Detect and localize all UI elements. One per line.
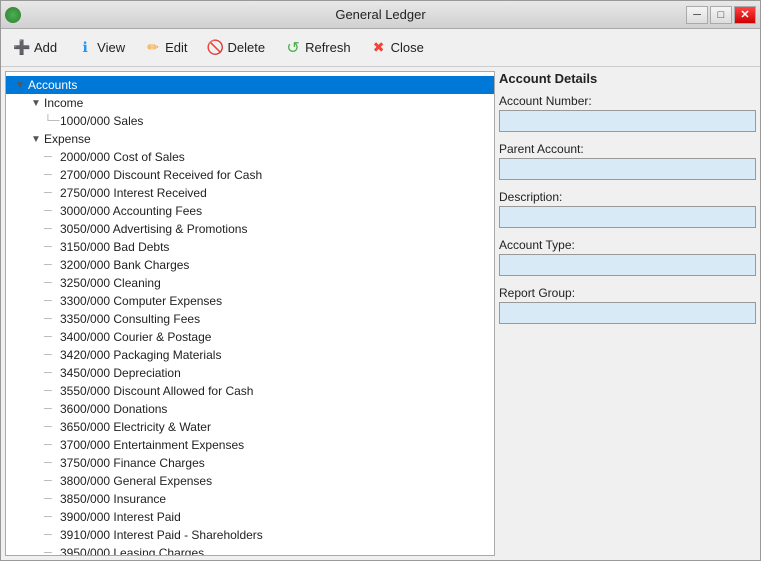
tree-item-3350[interactable]: ─ 3350/000 Consulting Fees bbox=[6, 310, 494, 328]
tree-item-3910[interactable]: ─ 3910/000 Interest Paid - Shareholders bbox=[6, 526, 494, 544]
tree-item-expense[interactable]: ▼ Expense bbox=[6, 130, 494, 148]
details-panel: Account Details Account Number: Parent A… bbox=[499, 71, 756, 556]
field-group-account-number: Account Number: bbox=[499, 94, 756, 132]
restore-button[interactable]: □ bbox=[710, 6, 732, 24]
tree-item-3650[interactable]: ─ 3650/000 Electricity & Water bbox=[6, 418, 494, 436]
view-button[interactable]: ℹ View bbox=[68, 34, 134, 62]
tree-item-3400[interactable]: ─ 3400/000 Courier & Postage bbox=[6, 328, 494, 346]
tree-item-3900[interactable]: ─ 3900/000 Interest Paid bbox=[6, 508, 494, 526]
window-title: General Ledger bbox=[335, 7, 425, 22]
tree-item-2000[interactable]: ─ 2000/000 Cost of Sales bbox=[6, 148, 494, 166]
title-bar-left bbox=[5, 7, 21, 23]
toolbar: ➕ Add ℹ View ✏ Edit 🚫 Delete ↺ Refresh ✖… bbox=[1, 29, 760, 67]
main-window: General Ledger ─ □ ✕ ➕ Add ℹ View ✏ Edit… bbox=[0, 0, 761, 561]
details-title: Account Details bbox=[499, 71, 756, 86]
edit-label: Edit bbox=[165, 40, 187, 55]
parent-account-label: Parent Account: bbox=[499, 142, 756, 156]
delete-label: Delete bbox=[228, 40, 266, 55]
description-label: Description: bbox=[499, 190, 756, 204]
tree-item-1000[interactable]: └─ 1000/000 Sales bbox=[6, 112, 494, 130]
close-icon: ✖ bbox=[371, 40, 387, 56]
tree-line-1000: └─ bbox=[44, 115, 60, 127]
add-label: Add bbox=[34, 40, 57, 55]
title-bar: General Ledger ─ □ ✕ bbox=[1, 1, 760, 29]
field-group-description: Description: bbox=[499, 190, 756, 228]
tree-item-3000[interactable]: ─ 3000/000 Accounting Fees bbox=[6, 202, 494, 220]
app-icon bbox=[5, 7, 21, 23]
report-group-label: Report Group: bbox=[499, 286, 756, 300]
tree-item-income[interactable]: ▼ Income bbox=[6, 94, 494, 112]
tree-panel: ▼ Accounts ▼ Income └─ 1000/000 Sales bbox=[5, 71, 495, 556]
tree-item-3200[interactable]: ─ 3200/000 Bank Charges bbox=[6, 256, 494, 274]
description-input[interactable] bbox=[499, 206, 756, 228]
tree-item-3420[interactable]: ─ 3420/000 Packaging Materials bbox=[6, 346, 494, 364]
main-content: ▼ Accounts ▼ Income └─ 1000/000 Sales bbox=[1, 67, 760, 560]
close-button[interactable]: ✖ Close bbox=[362, 34, 433, 62]
tree-item-3600[interactable]: ─ 3600/000 Donations bbox=[6, 400, 494, 418]
account-number-label: Account Number: bbox=[499, 94, 756, 108]
tree-scroll[interactable]: ▼ Accounts ▼ Income └─ 1000/000 Sales bbox=[6, 72, 494, 555]
edit-icon: ✏ bbox=[145, 40, 161, 56]
account-type-label: Account Type: bbox=[499, 238, 756, 252]
expander-income[interactable]: ▼ bbox=[28, 95, 44, 111]
refresh-label: Refresh bbox=[305, 40, 351, 55]
account-type-input[interactable] bbox=[499, 254, 756, 276]
refresh-icon: ↺ bbox=[285, 40, 301, 56]
report-group-input[interactable] bbox=[499, 302, 756, 324]
tree-item-2700[interactable]: ─ 2700/000 Discount Received for Cash bbox=[6, 166, 494, 184]
tree-item-3250[interactable]: ─ 3250/000 Cleaning bbox=[6, 274, 494, 292]
refresh-button[interactable]: ↺ Refresh bbox=[276, 34, 360, 62]
view-icon: ℹ bbox=[77, 40, 93, 56]
delete-icon: 🚫 bbox=[208, 40, 224, 56]
add-icon: ➕ bbox=[14, 40, 30, 56]
tree-item-3850[interactable]: ─ 3850/000 Insurance bbox=[6, 490, 494, 508]
expander-accounts[interactable]: ▼ bbox=[12, 77, 28, 93]
parent-account-input[interactable] bbox=[499, 158, 756, 180]
minimize-button[interactable]: ─ bbox=[686, 6, 708, 24]
expander-expense[interactable]: ▼ bbox=[28, 131, 44, 147]
tree-item-2750[interactable]: ─ 2750/000 Interest Received bbox=[6, 184, 494, 202]
tree-item-accounts[interactable]: ▼ Accounts bbox=[6, 76, 494, 94]
window-close-button[interactable]: ✕ bbox=[734, 6, 756, 24]
title-buttons: ─ □ ✕ bbox=[686, 6, 756, 24]
account-number-input[interactable] bbox=[499, 110, 756, 132]
delete-button[interactable]: 🚫 Delete bbox=[199, 34, 275, 62]
edit-button[interactable]: ✏ Edit bbox=[136, 34, 196, 62]
tree-item-3550[interactable]: ─ 3550/000 Discount Allowed for Cash bbox=[6, 382, 494, 400]
tree-item-3750[interactable]: ─ 3750/000 Finance Charges bbox=[6, 454, 494, 472]
field-group-report-group: Report Group: bbox=[499, 286, 756, 324]
tree-item-3800[interactable]: ─ 3800/000 General Expenses bbox=[6, 472, 494, 490]
tree-item-3950[interactable]: ─ 3950/000 Leasing Charges bbox=[6, 544, 494, 555]
tree-item-3700[interactable]: ─ 3700/000 Entertainment Expenses bbox=[6, 436, 494, 454]
tree-item-3300[interactable]: ─ 3300/000 Computer Expenses bbox=[6, 292, 494, 310]
close-label: Close bbox=[391, 40, 424, 55]
field-group-parent-account: Parent Account: bbox=[499, 142, 756, 180]
field-group-account-type: Account Type: bbox=[499, 238, 756, 276]
tree-item-3050[interactable]: ─ 3050/000 Advertising & Promotions bbox=[6, 220, 494, 238]
add-button[interactable]: ➕ Add bbox=[5, 34, 66, 62]
tree-item-3450[interactable]: ─ 3450/000 Depreciation bbox=[6, 364, 494, 382]
view-label: View bbox=[97, 40, 125, 55]
tree-item-3150[interactable]: ─ 3150/000 Bad Debts bbox=[6, 238, 494, 256]
